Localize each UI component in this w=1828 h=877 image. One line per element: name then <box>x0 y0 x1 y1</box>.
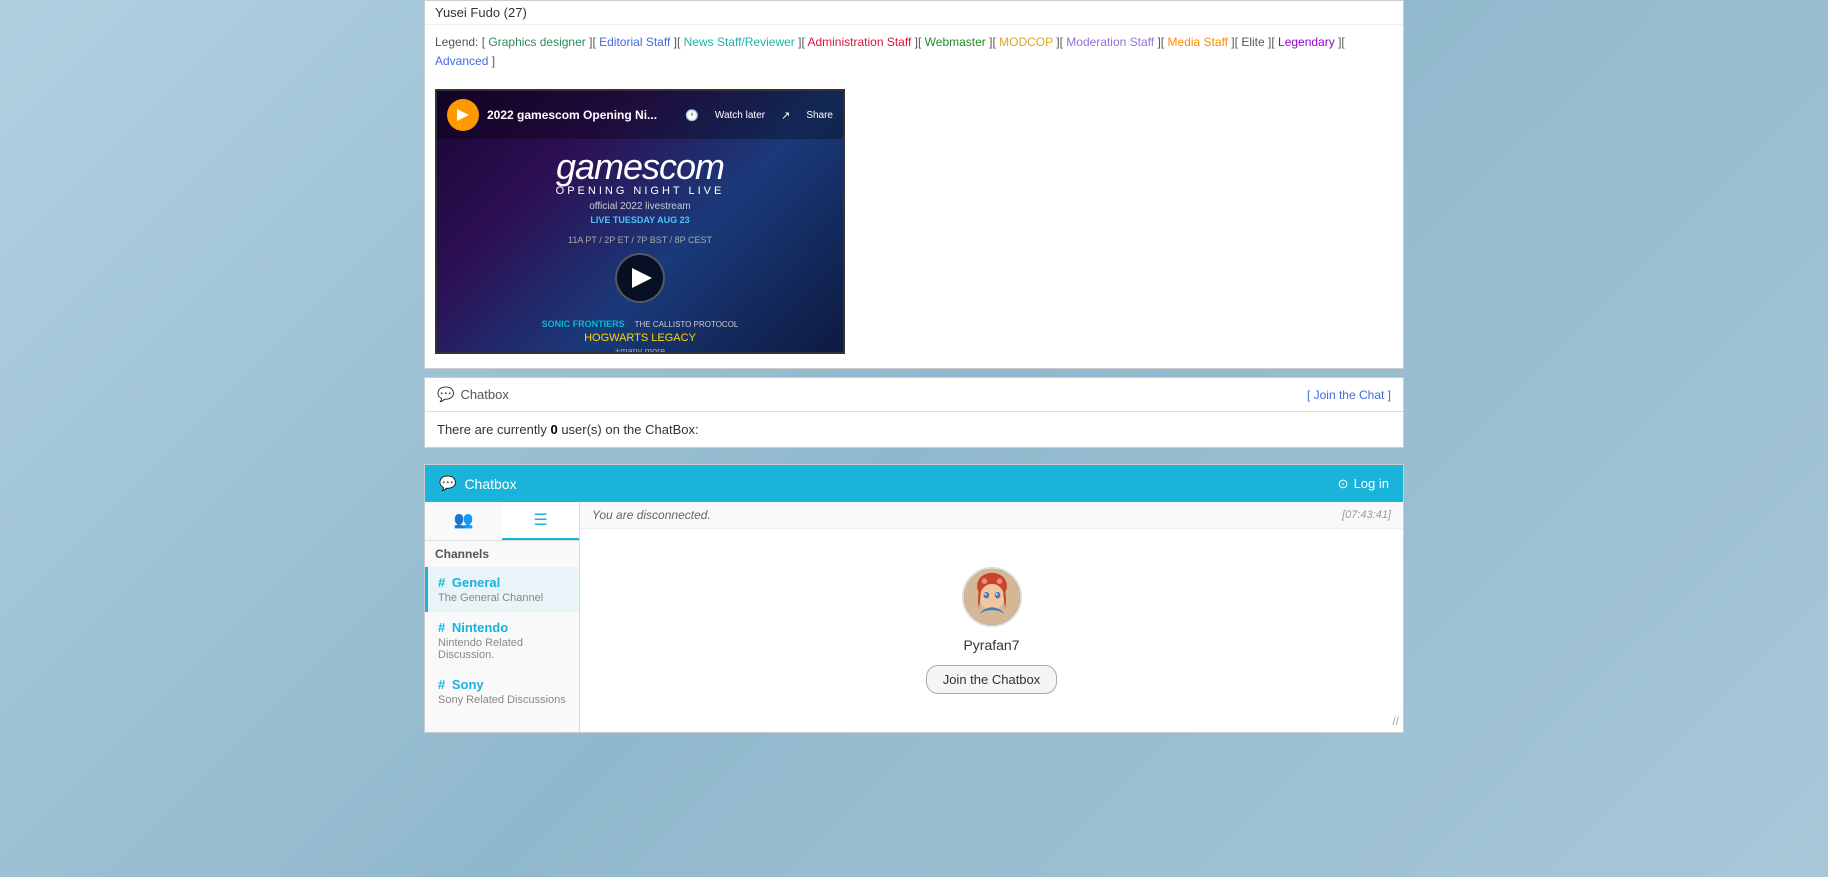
video-controls: 🕐 Watch later ↗ Share <box>685 109 833 122</box>
login-label: Log in <box>1354 476 1389 491</box>
play-button[interactable] <box>615 253 665 303</box>
legend-admin[interactable]: Administration Staff <box>807 35 914 49</box>
legend-editorial[interactable]: Editorial Staff <box>599 35 673 49</box>
chatbox-main-title-text: Chatbox <box>464 476 516 492</box>
sonic-logo: SONIC FRONTIERS <box>542 319 625 329</box>
legend-graphics[interactable]: Graphics designer <box>488 35 589 49</box>
disconnected-bar: You are disconnected. [07:43:41] <box>580 502 1403 529</box>
gamescom-subtitle: opening night live <box>556 185 725 197</box>
legend-media[interactable]: Media Staff <box>1167 35 1231 49</box>
channel-nintendo-desc: Nintendo Related Discussion. <box>438 637 569 661</box>
chat-icon: 💬 <box>437 386 454 403</box>
channel-general-name: # General <box>438 575 569 590</box>
chatbox-main-title: 💬 Chatbox <box>439 475 517 492</box>
disconnected-text: You are disconnected. <box>592 508 711 522</box>
channel-nintendo-name: # Nintendo <box>438 620 569 635</box>
official-text: official 2022 livestream <box>589 201 691 212</box>
channels-sidebar: 👥 ☰ Channels # General The General Chann… <box>425 502 580 732</box>
video-embed[interactable]: 2022 gamescom Opening Ni... 🕐 Watch late… <box>435 89 845 354</box>
legend-news[interactable]: News Staff/Reviewer <box>684 35 799 49</box>
chatbox-header: 💬 Chatbox [ Join the Chat ] <box>425 378 1403 412</box>
timestamp: [07:43:41] <box>1342 509 1391 521</box>
users-tab[interactable]: 👥 <box>425 502 502 540</box>
share-label[interactable]: Share <box>806 110 833 121</box>
channel-nintendo[interactable]: # Nintendo Nintendo Related Discussion. <box>425 612 579 669</box>
chat-area: You are disconnected. [07:43:41] <box>580 502 1403 732</box>
share-icon[interactable]: ↗ <box>781 109 790 122</box>
hash-icon-2: # <box>438 620 445 635</box>
youtube-logo <box>447 99 479 131</box>
video-title: 2022 gamescom Opening Ni... <box>487 108 657 122</box>
hogwarts-logo: HOGWARTS LEGACY <box>584 332 696 344</box>
watch-later-icon[interactable]: 🕐 <box>685 109 699 122</box>
status-prefix: There are currently <box>437 422 547 437</box>
chatbox-chat-icon: 💬 <box>439 475 456 492</box>
hash-icon-3: # <box>438 677 445 692</box>
legend-label: Legend: [ <box>435 35 485 49</box>
avatar-svg <box>964 567 1020 627</box>
channels-label: Channels <box>425 541 579 567</box>
chatbox-main-panel: 💬 Chatbox ⊙ Log in 👥 ☰ Channe <box>424 464 1404 733</box>
channel-sony[interactable]: # Sony Sony Related Discussions <box>425 669 579 714</box>
channel-sony-name: # Sony <box>438 677 569 692</box>
plus-more: +many more <box>615 346 665 354</box>
yusei-text: Yusei Fudo (27) <box>435 5 527 20</box>
login-link[interactable]: ⊙ Log in <box>1338 476 1389 492</box>
yusei-line: Yusei Fudo (27) <box>425 1 1403 25</box>
gamescom-logo: gamescom <box>556 149 724 185</box>
chatbox-body: 👥 ☰ Channels # General The General Chann… <box>425 502 1403 732</box>
legend-moderation[interactable]: Moderation Staff <box>1066 35 1157 49</box>
legend-webmaster[interactable]: Webmaster <box>925 35 989 49</box>
video-content: gamescom opening night live official 202… <box>437 139 843 354</box>
legend-elite[interactable]: Elite <box>1241 35 1268 49</box>
chatbox-main-header: 💬 Chatbox ⊙ Log in <box>425 465 1403 502</box>
avatar <box>962 567 1022 627</box>
legend-legendary[interactable]: Legendary <box>1278 35 1338 49</box>
channel-sony-desc: Sony Related Discussions <box>438 694 569 706</box>
callisto-logo: THE CALLISTO PROTOCOL <box>635 320 739 329</box>
channels-tab[interactable]: ☰ <box>502 502 579 540</box>
sidebar-tabs: 👥 ☰ <box>425 502 579 541</box>
live-times: 11A PT / 2P ET / 7P BST / 8P CEST <box>568 235 712 245</box>
channel-general-desc: The General Channel <box>438 592 569 604</box>
chatbox-status-panel: 💬 Chatbox [ Join the Chat ] There are cu… <box>424 377 1404 448</box>
hash-icon: # <box>438 575 445 590</box>
legend-advanced[interactable]: Advanced <box>435 54 492 68</box>
user-count: 0 <box>550 422 557 437</box>
resize-handle[interactable]: // <box>1392 714 1399 728</box>
channel-general[interactable]: # General The General Channel <box>425 567 579 612</box>
chat-content: Pyrafan7 Join the Chatbox <box>580 529 1403 732</box>
game-logos: SONIC FRONTIERS THE CALLISTO PROTOCOL <box>542 319 739 329</box>
chatbox-title: 💬 Chatbox <box>437 386 509 403</box>
join-chat-link[interactable]: [ Join the Chat ] <box>1307 388 1391 402</box>
legend-bar: Legend: [ Graphics designer ][ Editorial… <box>425 25 1403 79</box>
legend-modcop[interactable]: MODCOP <box>999 35 1056 49</box>
chatbox-status-text: There are currently 0 user(s) on the Cha… <box>425 412 1403 447</box>
watch-later-label[interactable]: Watch later <box>715 110 765 121</box>
login-icon: ⊙ <box>1338 476 1349 492</box>
live-text: LIVE TUESDAY AUG 23 <box>590 215 689 225</box>
username-display: Pyrafan7 <box>963 637 1019 653</box>
users-icon: 👥 <box>454 512 474 529</box>
video-section: 2022 gamescom Opening Ni... 🕐 Watch late… <box>425 79 1403 368</box>
channels-icon: ☰ <box>533 512 547 529</box>
status-suffix: user(s) on the ChatBox: <box>561 422 698 437</box>
join-chatbox-button[interactable]: Join the Chatbox <box>926 665 1058 694</box>
chatbox-title-text: Chatbox <box>460 387 508 402</box>
